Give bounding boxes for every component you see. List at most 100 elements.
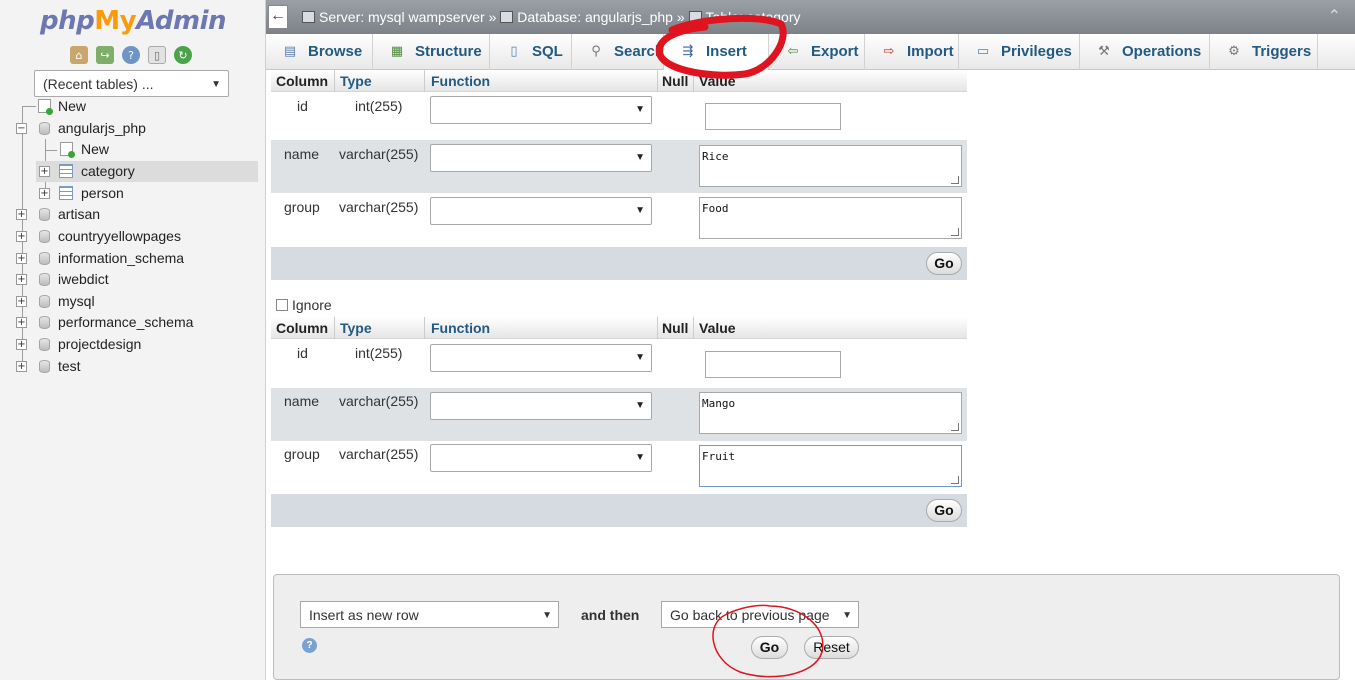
tab-export[interactable]: ⇦ Export (769, 34, 865, 70)
value-input-id[interactable] (705, 351, 841, 378)
new-db-icon (38, 99, 53, 115)
tree-item-iwebdict[interactable]: + iwebdict (0, 269, 266, 290)
table-row: group varchar(255) ▼ Fruit (271, 441, 967, 494)
chevron-down-icon: ▼ (542, 610, 552, 621)
function-select[interactable]: ▼ (430, 96, 652, 124)
tab-operations[interactable]: ⚒ Operations (1080, 34, 1210, 70)
tree-item-mysql[interactable]: + mysql (0, 291, 266, 312)
expand-icon[interactable]: + (39, 166, 50, 177)
breadcrumb-database[interactable]: Database: angularjs_php (517, 9, 673, 25)
breadcrumb-server[interactable]: Server: mysql wampserver (319, 9, 485, 25)
insert-form-2: Column Type Function Null Value id int(2… (271, 317, 967, 527)
tab-search[interactable]: ⚲ Search (572, 34, 664, 70)
collapse-icon[interactable]: ⌃ (1328, 6, 1341, 26)
tab-bar: ▤ Browse ▦ Structure ▯ SQL ⚲ Search ⇶ Insert … (266, 34, 1355, 70)
submit-go-button[interactable]: Go (751, 636, 788, 659)
tree-item-test[interactable]: + test (0, 356, 266, 377)
insert-action-panel: Insert as new row ▼ and then Go back to … (273, 574, 1340, 680)
tree-item-category[interactable]: + category (36, 161, 258, 182)
triggers-icon: ⚙ (1228, 44, 1240, 59)
help-icon[interactable]: ? (302, 638, 317, 653)
table-icon (59, 186, 73, 200)
database-icon (39, 208, 50, 221)
navigation-panel: phpMyAdmin ⌂ ↪ ? ▯ ↻ (Recent tables) ...… (0, 0, 266, 680)
browse-icon: ▤ (283, 44, 297, 59)
chevron-down-icon: ▼ (635, 205, 645, 216)
tree-item-artisan[interactable]: + artisan (0, 204, 266, 225)
value-input-name[interactable]: Rice (699, 145, 962, 187)
expand-icon[interactable]: + (39, 188, 50, 199)
nav-icon-bar: ⌂ ↪ ? ▯ ↻ (70, 46, 192, 64)
expand-icon[interactable]: + (16, 253, 27, 264)
function-select[interactable]: ▼ (430, 392, 652, 420)
value-input-name[interactable]: Mango (699, 392, 962, 434)
insert-mode-select[interactable]: Insert as new row ▼ (300, 601, 559, 628)
table-header: Column Type Function Null Value (271, 317, 967, 339)
expand-icon[interactable]: + (16, 339, 27, 350)
ignore-checkbox[interactable]: Ignore (276, 297, 332, 313)
expand-icon[interactable]: + (16, 274, 27, 285)
operations-icon: ⚒ (1098, 44, 1110, 59)
reset-button[interactable]: Reset (804, 636, 859, 659)
docs-icon[interactable]: ▯ (148, 46, 166, 64)
database-icon (500, 11, 514, 23)
database-icon (39, 273, 50, 286)
table-row: group varchar(255) ▼ Food (271, 193, 967, 247)
toggle-navigation-button[interactable]: ← (268, 5, 288, 29)
collapse-icon[interactable]: − (16, 123, 27, 134)
tree-item-new[interactable]: New (0, 96, 266, 117)
table-row: id int(255) ▼ (271, 339, 967, 388)
form-footer: Go (271, 494, 967, 527)
breadcrumb-bar: ← Server: mysql wampserver » Database: a… (266, 0, 1355, 34)
go-button[interactable]: Go (926, 252, 962, 275)
function-select[interactable]: ▼ (430, 344, 652, 372)
function-select[interactable]: ▼ (430, 197, 652, 225)
expand-icon[interactable]: + (16, 231, 27, 242)
tree-item-person[interactable]: + person (0, 183, 266, 204)
after-insert-select[interactable]: Go back to previous page ▼ (661, 601, 859, 628)
tree-item-performance_schema[interactable]: + performance_schema (0, 312, 266, 333)
tree-item-new-table[interactable]: New (0, 139, 266, 160)
breadcrumb-table[interactable]: Table: category (706, 9, 801, 25)
chevron-down-icon: ▼ (635, 452, 645, 463)
and-then-label: and then (581, 607, 640, 623)
expand-icon[interactable]: + (16, 209, 27, 220)
expand-icon[interactable]: + (16, 296, 27, 307)
database-icon (39, 252, 50, 265)
tab-triggers[interactable]: ⚙ Triggers (1210, 34, 1318, 70)
reload-icon[interactable]: ↻ (174, 46, 192, 64)
tab-import[interactable]: ⇨ Import (865, 34, 959, 70)
tab-privileges[interactable]: ▭ Privileges (959, 34, 1080, 70)
privileges-icon: ▭ (976, 44, 990, 59)
database-icon (39, 230, 50, 243)
tree-item-projectdesign[interactable]: + projectdesign (0, 334, 266, 355)
logout-icon[interactable]: ↪ (96, 46, 114, 64)
home-icon[interactable]: ⌂ (70, 46, 88, 64)
recent-tables-select[interactable]: (Recent tables) ... ▼ (34, 70, 229, 97)
database-icon (39, 338, 50, 351)
value-input-group[interactable]: Food (699, 197, 962, 239)
table-row: name varchar(255) ▼ Rice (271, 140, 967, 193)
tab-browse[interactable]: ▤ Browse (266, 34, 373, 70)
function-select[interactable]: ▼ (430, 444, 652, 472)
checkbox-icon[interactable] (276, 299, 288, 311)
chevron-down-icon: ▼ (842, 610, 852, 621)
expand-icon[interactable]: + (16, 361, 27, 372)
go-button[interactable]: Go (926, 499, 962, 522)
sql-icon: ▯ (510, 44, 518, 59)
form-footer: Go (271, 247, 967, 280)
tab-sql[interactable]: ▯ SQL (490, 34, 572, 70)
tab-structure[interactable]: ▦ Structure (373, 34, 490, 70)
tree-item-angularjs_php[interactable]: − angularjs_php (0, 118, 266, 139)
function-select[interactable]: ▼ (430, 144, 652, 172)
chevron-down-icon: ▼ (211, 79, 221, 90)
phpmyadmin-logo[interactable]: phpMyAdmin (40, 6, 227, 36)
value-input-id[interactable] (705, 103, 841, 130)
help-icon[interactable]: ? (122, 46, 140, 64)
tree-item-countryyellowpages[interactable]: + countryyellowpages (0, 226, 266, 247)
tree-item-information_schema[interactable]: + information_schema (0, 248, 266, 269)
tab-insert[interactable]: ⇶ Insert (664, 34, 769, 70)
value-input-group[interactable]: Fruit (699, 445, 962, 487)
database-icon (39, 360, 50, 373)
expand-icon[interactable]: + (16, 317, 27, 328)
